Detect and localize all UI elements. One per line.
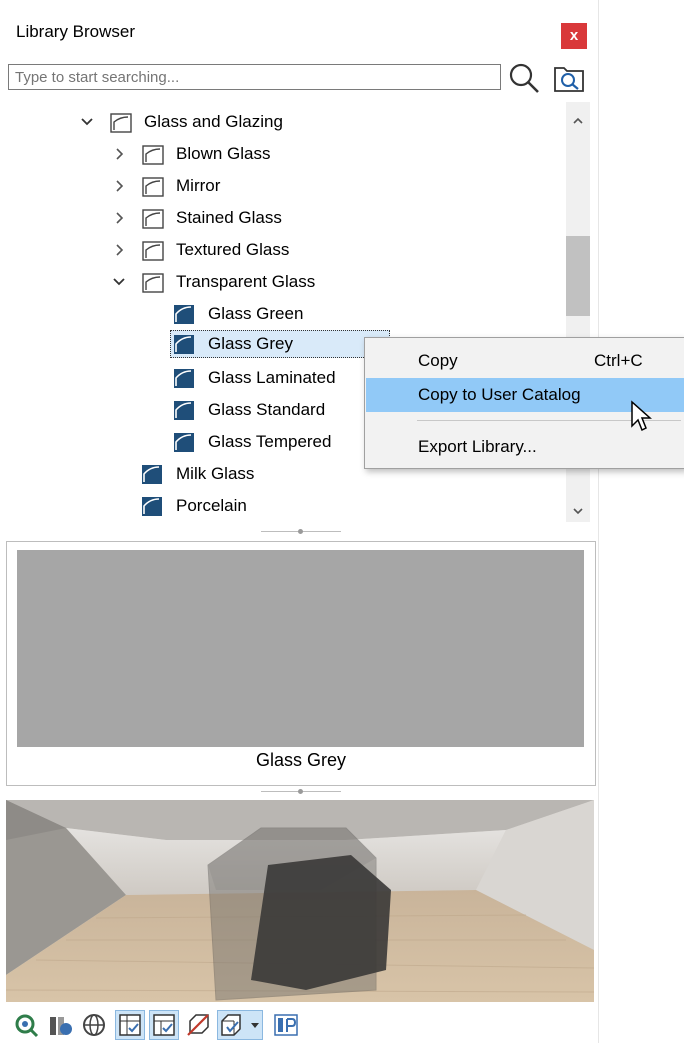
panel-title: Library Browser bbox=[16, 22, 136, 41]
preview-material-name: Glass Grey bbox=[255, 750, 347, 770]
tree-item-label: Glass and Glazing bbox=[144, 112, 283, 131]
no-material-icon[interactable] bbox=[184, 1011, 212, 1039]
tree-item-label: Glass Standard bbox=[208, 400, 326, 419]
tree-item-label: Glass Laminated bbox=[208, 368, 336, 387]
tree-item-label: Glass Green bbox=[208, 304, 304, 323]
tree-item-label: Textured Glass bbox=[176, 240, 290, 259]
globe-view-icon[interactable] bbox=[80, 1011, 108, 1039]
folder-icon bbox=[142, 145, 164, 174]
menu-item-label: Export Library... bbox=[418, 437, 537, 456]
search-icon[interactable] bbox=[508, 62, 544, 99]
filter-checked-icon[interactable] bbox=[149, 1010, 179, 1040]
material-icon bbox=[174, 433, 194, 461]
search-library-icon[interactable] bbox=[552, 62, 588, 99]
menu-item-shortcut: Ctrl+C bbox=[594, 351, 643, 370]
material-icon bbox=[174, 305, 194, 333]
tree-item-label: Mirror bbox=[176, 176, 221, 195]
material-icon bbox=[142, 465, 162, 493]
menu-item-label: Copy to User Catalog bbox=[418, 385, 581, 404]
pane-splitter[interactable] bbox=[6, 524, 594, 540]
cube-dropdown-icon[interactable] bbox=[217, 1010, 263, 1040]
material-paint-icon[interactable] bbox=[46, 1011, 74, 1039]
folder-icon bbox=[110, 113, 132, 142]
scroll-thumb[interactable] bbox=[566, 236, 590, 316]
material-icon bbox=[174, 401, 194, 429]
show-checked-icon[interactable] bbox=[115, 1010, 145, 1040]
chevron-right-icon[interactable] bbox=[112, 140, 126, 168]
title-bar: Library Browser x bbox=[0, 0, 598, 60]
folder-icon bbox=[142, 209, 164, 238]
tree-item-label: Glass Grey bbox=[208, 334, 294, 353]
close-button[interactable]: x bbox=[561, 23, 587, 49]
3d-preview-view[interactable] bbox=[6, 800, 594, 1002]
tree-item-label: Milk Glass bbox=[176, 464, 255, 483]
library-browser-panel: Library Browser x Glass and Glazing bbox=[0, 0, 599, 1043]
material-preview: Glass Grey bbox=[6, 541, 596, 786]
scroll-down-icon[interactable] bbox=[573, 502, 583, 520]
material-icon bbox=[174, 369, 194, 397]
tree-item-label: Porcelain bbox=[176, 496, 247, 515]
chevron-right-icon[interactable] bbox=[112, 204, 126, 232]
material-icon bbox=[142, 497, 162, 522]
search-input[interactable] bbox=[8, 64, 501, 90]
material-icon bbox=[174, 335, 194, 363]
preview-toolbar bbox=[6, 1008, 594, 1040]
material-swatch bbox=[17, 550, 584, 747]
tree-item-label: Stained Glass bbox=[176, 208, 282, 227]
folder-icon bbox=[142, 273, 164, 302]
tree-item-label: Transparent Glass bbox=[176, 272, 316, 291]
scroll-up-icon[interactable] bbox=[573, 112, 583, 130]
tree-item-label: Blown Glass bbox=[176, 144, 271, 163]
chevron-right-icon[interactable] bbox=[112, 236, 126, 264]
mouse-cursor-icon bbox=[630, 400, 654, 439]
bp-icon[interactable] bbox=[272, 1011, 300, 1039]
folder-icon bbox=[142, 241, 164, 270]
chevron-right-icon[interactable] bbox=[112, 172, 126, 200]
menu-item-copy[interactable]: Copy Ctrl+C bbox=[366, 344, 684, 378]
tree-item-label: Glass Tempered bbox=[208, 432, 332, 451]
folder-icon bbox=[142, 177, 164, 206]
menu-item-label: Copy bbox=[418, 351, 458, 370]
chevron-down-icon[interactable] bbox=[112, 268, 126, 296]
chevron-down-icon[interactable] bbox=[80, 108, 94, 136]
refresh-render-icon[interactable] bbox=[12, 1011, 40, 1039]
pane-splitter[interactable] bbox=[6, 784, 594, 800]
